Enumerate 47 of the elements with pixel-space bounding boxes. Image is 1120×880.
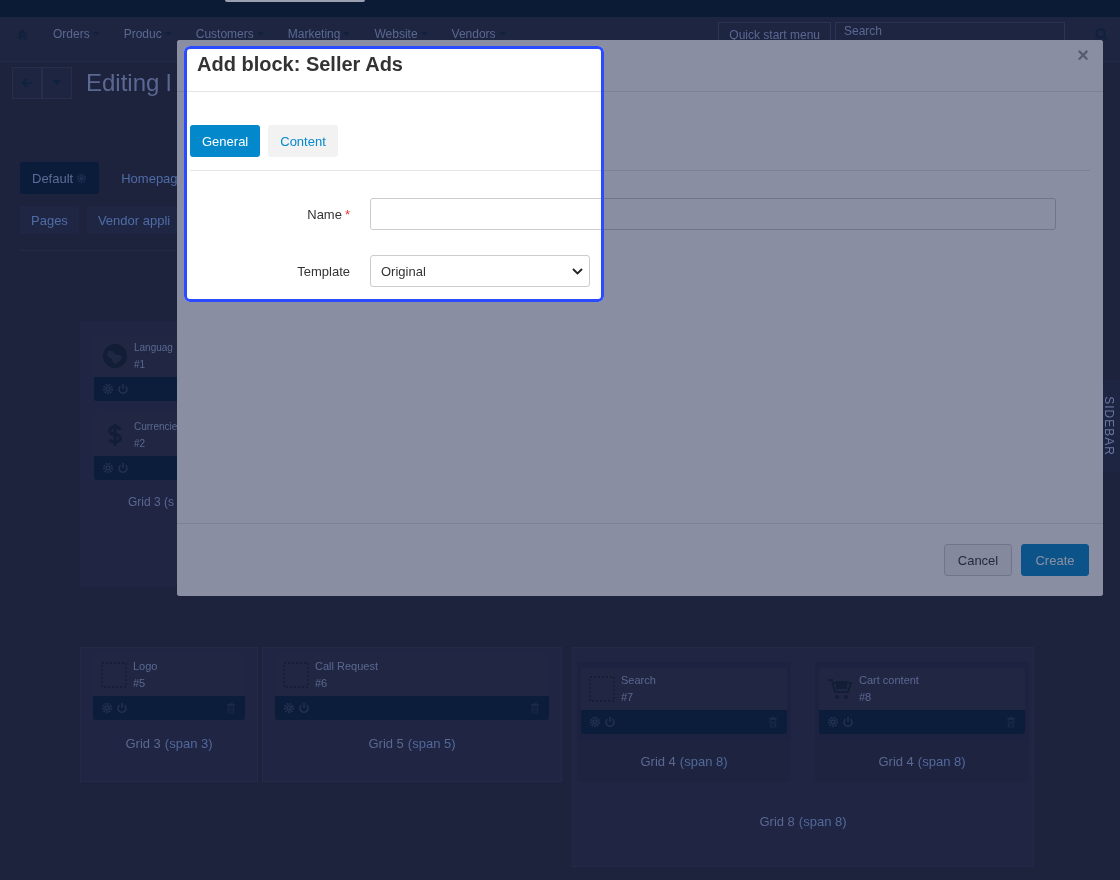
- block-name: Currencie: [134, 420, 178, 434]
- block-number: #1: [134, 358, 147, 372]
- grid-span: (span 3): [164, 736, 213, 751]
- grid-span: (span 8): [798, 814, 847, 829]
- block-name: Call Request: [315, 659, 378, 674]
- tab[interactable]: Content: [268, 125, 338, 157]
- chevron-down-icon: [572, 267, 583, 275]
- name-field[interactable]: [370, 198, 1056, 230]
- block-number: #7: [621, 690, 635, 705]
- block-name: Languag: [134, 341, 173, 355]
- page-title: Editing l: [86, 68, 172, 97]
- block-name: Cart content: [859, 673, 919, 688]
- page-tab[interactable]: Pages: [20, 206, 79, 234]
- block-name: Search: [621, 673, 656, 688]
- block-number: #6: [315, 676, 329, 691]
- layout-tab[interactable]: Homepag: [111, 162, 188, 194]
- template-select[interactable]: Original: [370, 255, 590, 287]
- grid-title: Grid 4: [640, 754, 676, 769]
- block-name: Logo: [133, 659, 158, 674]
- gear-icon: [76, 172, 88, 184]
- search-icon[interactable]: [1095, 28, 1108, 41]
- block-number: #5: [133, 676, 147, 691]
- create-button[interactable]: Create: [1021, 544, 1089, 576]
- grid-title: Grid 3: [125, 736, 161, 751]
- required-mark: *: [344, 206, 350, 222]
- nav-menu-item[interactable]: Customers: [195, 28, 264, 40]
- nav-menu-item[interactable]: Orders: [53, 28, 100, 40]
- nav-menu-item[interactable]: Marketing: [287, 28, 351, 40]
- block-number: #2: [134, 437, 147, 451]
- grid-title: Grid 5: [368, 736, 404, 751]
- grid-span: (span 8): [679, 754, 728, 769]
- close-button[interactable]: ×: [1077, 44, 1089, 67]
- block-number: #8: [859, 690, 873, 705]
- grid-span: (span 8): [917, 754, 966, 769]
- nav-menu-item[interactable]: Vendors: [451, 28, 506, 40]
- tab[interactable]: General: [190, 125, 261, 157]
- grid-title: Grid 8: [759, 814, 795, 829]
- modal-title: Add block: Seller Ads: [197, 52, 404, 76]
- cancel-button[interactable]: Cancel: [944, 544, 1012, 576]
- nav-menu-item[interactable]: Website: [374, 28, 428, 40]
- layout-tab[interactable]: Default: [20, 162, 100, 194]
- grid-span: (span 5): [407, 736, 456, 751]
- field-label: Name: [307, 206, 342, 222]
- field-label: Template: [297, 263, 350, 279]
- grid-title: Grid 3 (s: [128, 495, 174, 509]
- nav-menu-item[interactable]: Produc: [123, 28, 172, 40]
- grid-title: Grid 4: [878, 754, 914, 769]
